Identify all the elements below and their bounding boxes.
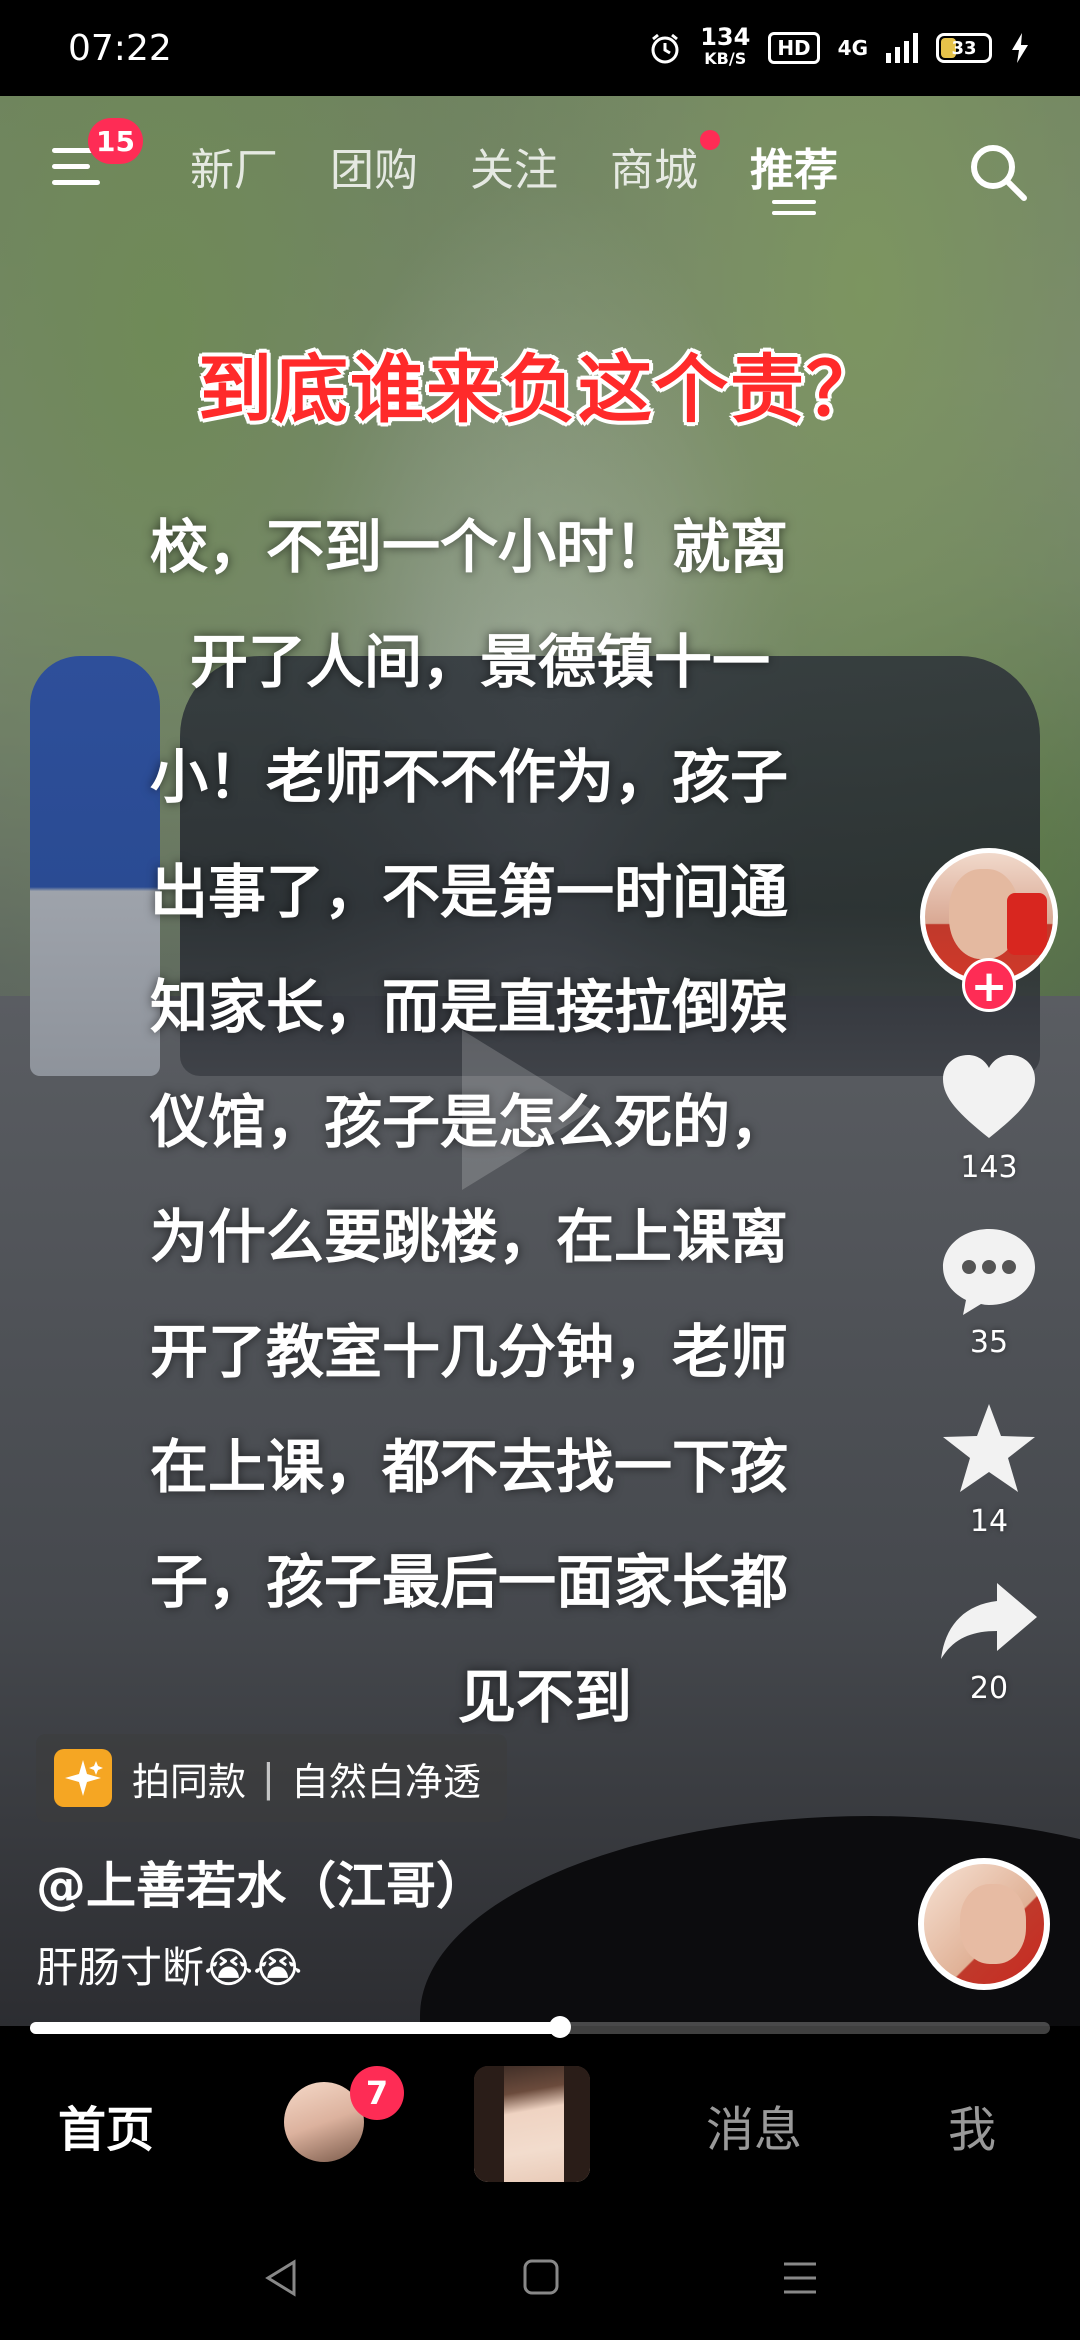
search-icon[interactable] xyxy=(966,140,1030,204)
caption-line: 小！老师不不作为，孩子 xyxy=(150,743,789,811)
alarm-icon xyxy=(651,33,679,64)
share-icon xyxy=(941,1583,1037,1659)
favorite-action[interactable]: 14 xyxy=(939,1400,1039,1539)
favorite-count: 14 xyxy=(969,1504,1009,1539)
comment-icon xyxy=(943,1229,1035,1315)
sparkle-icon xyxy=(54,1749,112,1807)
caption-line: 开了人间，景德镇十一 xyxy=(190,628,771,696)
effect-tag[interactable]: 拍同款 | 自然白净透 xyxy=(36,1734,507,1822)
tab-recommend-label: 推荐 xyxy=(750,145,838,196)
menu-badge: 15 xyxy=(88,118,143,164)
bottom-tab-bar: 首页 7 消息 我 xyxy=(0,2040,1080,2210)
comment-action[interactable]: 35 xyxy=(939,1225,1039,1360)
network-type: 4G xyxy=(837,36,868,60)
share-count: 20 xyxy=(969,1671,1009,1706)
signal-icon xyxy=(886,33,918,63)
menu-button[interactable]: 15 xyxy=(52,118,143,188)
music-disc[interactable] xyxy=(918,1858,1050,1990)
net-speed-value: 134 xyxy=(700,23,751,51)
hd-badge: HD xyxy=(768,32,820,64)
mall-dot-badge xyxy=(700,130,720,150)
recents-icon[interactable] xyxy=(780,2258,820,2298)
friends-badge: 7 xyxy=(350,2066,404,2120)
video-description: 肝肠寸断😭😭 xyxy=(36,1943,303,1992)
caption-line: 开了教室十几分钟，老师 xyxy=(150,1318,789,1386)
tab-recommend[interactable]: 推荐 xyxy=(750,134,838,215)
video-headline: 到底谁来负这个责？ xyxy=(198,347,882,433)
tab-mall-label: 商城 xyxy=(610,145,698,196)
tab-messages[interactable]: 消息 xyxy=(706,2090,802,2160)
tab-me[interactable]: 我 xyxy=(948,2090,996,2160)
home-icon[interactable] xyxy=(522,2258,560,2296)
net-speed: 134 KB/S xyxy=(700,23,751,70)
back-icon[interactable] xyxy=(262,2258,302,2298)
effect-tag-label: 拍同款 xyxy=(132,1759,247,1804)
video-progress-knob[interactable] xyxy=(549,2016,572,2038)
caption-line: 在上课，都不去找一下孩 xyxy=(150,1433,789,1501)
active-tab-indicator xyxy=(772,200,816,222)
status-icons: 134 KB/S HD 4G 33 xyxy=(648,23,1030,70)
tab-xinchang[interactable]: 新厂 xyxy=(190,134,278,198)
feed-tabs: 新厂 团购 关注 商城 推荐 xyxy=(190,130,890,215)
caption-line: 子，孩子最后一面家长都 xyxy=(150,1548,789,1616)
battery-level: 33 xyxy=(951,37,977,59)
comment-count: 35 xyxy=(969,1325,1009,1360)
charging-icon xyxy=(1012,33,1028,63)
status-bar: 07:22 134 KB/S HD 4G 33 xyxy=(0,0,1080,96)
effect-tag-name: 自然白净透 xyxy=(290,1759,481,1804)
tab-home[interactable]: 首页 xyxy=(58,2090,154,2160)
clock: 07:22 xyxy=(68,27,172,69)
tab-following[interactable]: 关注 xyxy=(470,134,558,198)
caption-line: 出事了，不是第一时间通 xyxy=(150,858,789,926)
tab-group-buy[interactable]: 团购 xyxy=(330,134,418,198)
caption-line: 为什么要跳楼，在上课离 xyxy=(150,1203,789,1271)
like-count: 143 xyxy=(960,1150,1018,1185)
battery-icon: 33 xyxy=(936,33,992,63)
action-rail: + 143 35 14 20 xyxy=(914,848,1064,1706)
video-progress-fill xyxy=(30,2022,561,2034)
like-action[interactable]: 143 xyxy=(939,1052,1039,1185)
video-person xyxy=(30,656,160,1076)
system-nav-bar xyxy=(0,2210,1080,2340)
create-button[interactable] xyxy=(474,2066,590,2182)
share-action[interactable]: 20 xyxy=(937,1579,1041,1706)
effect-tag-divider: | xyxy=(262,1756,275,1800)
play-icon[interactable] xyxy=(462,1030,592,1190)
caption-line: 校，不到一个小时！就离 xyxy=(150,513,789,581)
heart-icon xyxy=(943,1055,1035,1138)
top-nav: 15 新厂 团购 关注 商城 推荐 xyxy=(0,110,1080,220)
net-speed-unit: KB/S xyxy=(704,49,747,68)
tab-mall[interactable]: 商城 xyxy=(610,130,720,198)
star-icon xyxy=(943,1404,1035,1492)
follow-button[interactable]: + xyxy=(962,958,1016,1012)
video-progress-bar[interactable] xyxy=(30,2016,1050,2038)
author-name[interactable]: @上善若水（江哥） xyxy=(36,1846,486,1918)
